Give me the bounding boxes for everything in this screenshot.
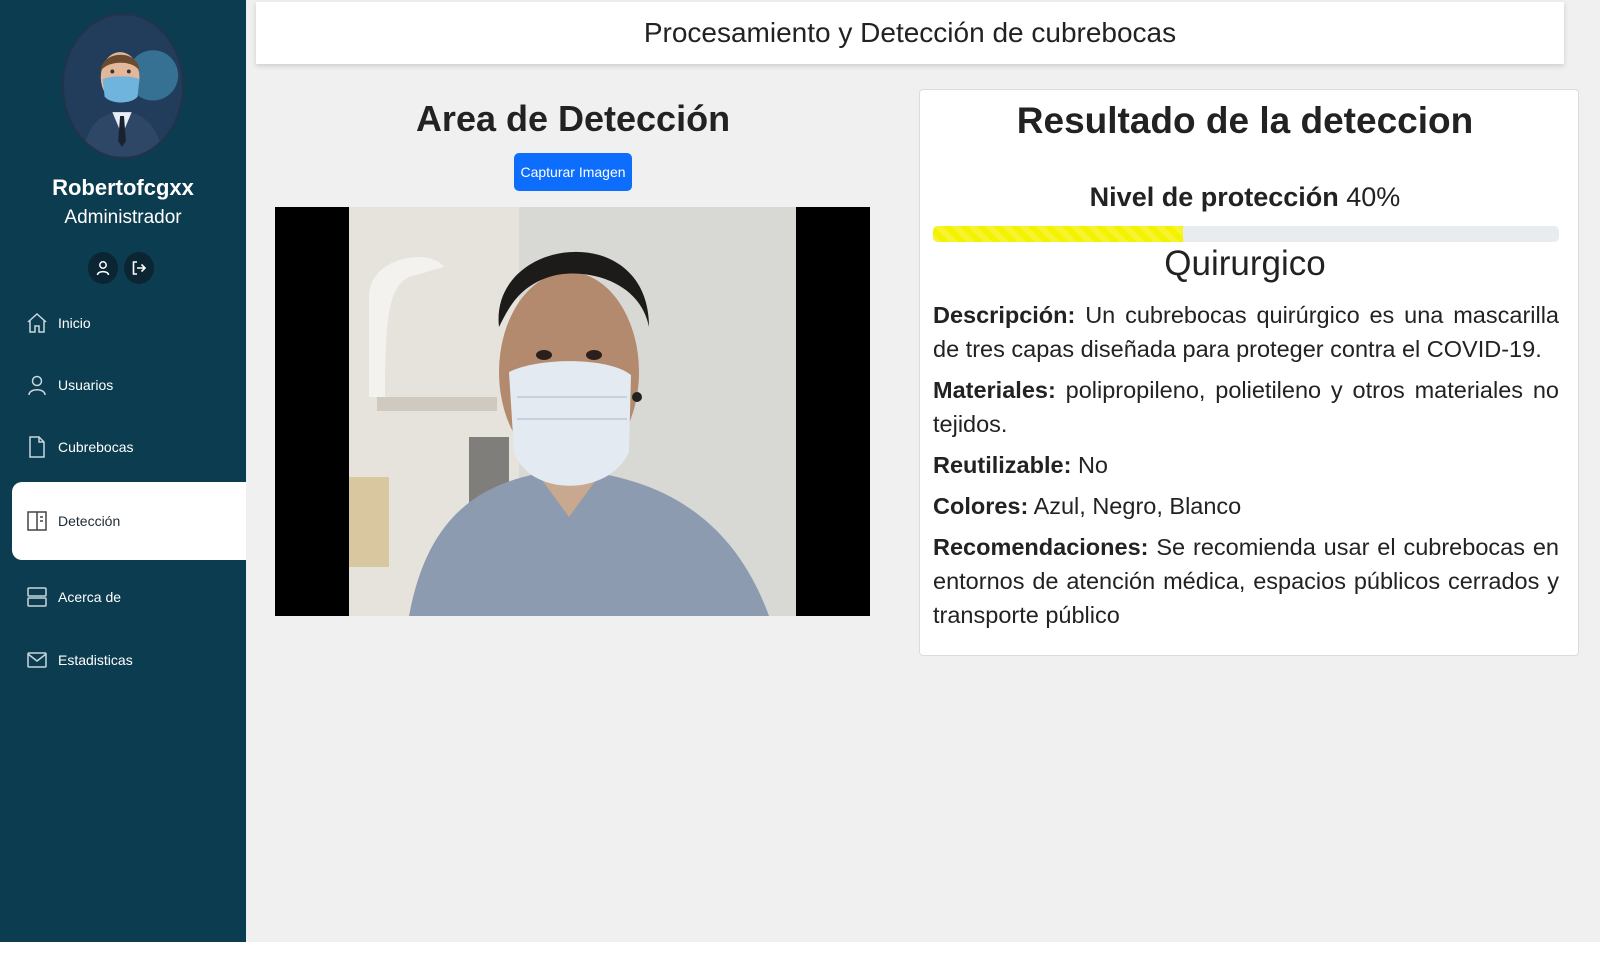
sidebar-item-label: Detección bbox=[58, 513, 121, 529]
camera-feed bbox=[275, 207, 870, 616]
avatar bbox=[62, 13, 184, 159]
avatar-image bbox=[64, 15, 182, 157]
home-icon bbox=[27, 312, 47, 333]
document-icon bbox=[29, 436, 45, 458]
recommendations-row: Recomendaciones: Se recomienda usar el c… bbox=[933, 530, 1559, 632]
result-card: Resultado de la deteccion Nivel de prote… bbox=[919, 89, 1579, 656]
protection-level-label: Nivel de protección bbox=[1089, 182, 1339, 212]
capture-image-button[interactable]: Capturar Imagen bbox=[514, 153, 632, 191]
sidebar-item-label: Acerca de bbox=[58, 589, 122, 605]
user-icon bbox=[96, 261, 110, 276]
camera-frame-image bbox=[349, 207, 796, 616]
colors-text: Azul, Negro, Blanco bbox=[1033, 493, 1242, 519]
sidebar-item-label: Cubrebocas bbox=[58, 439, 134, 455]
materials-row: Materiales: polipropileno, polietileno y… bbox=[933, 373, 1559, 441]
sidebar-item-label: Inicio bbox=[58, 315, 91, 331]
sidebar: Robertofcgxx Administrador Inicio Usuari… bbox=[0, 0, 246, 942]
bottom-strip bbox=[0, 942, 1600, 962]
logout-icon bbox=[132, 261, 147, 275]
main-content: Procesamiento y Detección de cubrebocas … bbox=[246, 0, 1600, 942]
sidebar-item-inicio[interactable]: Inicio bbox=[12, 297, 246, 349]
page-header: Procesamiento y Detección de cubrebocas bbox=[256, 2, 1564, 64]
page-title: Procesamiento y Detección de cubrebocas bbox=[643, 17, 1177, 48]
sidebar-item-label: Usuarios bbox=[58, 377, 114, 393]
sidebar-item-label: Estadisticas bbox=[58, 652, 133, 668]
detection-title: Area de Detección bbox=[415, 98, 731, 139]
recommendations-label: Recomendaciones: bbox=[933, 534, 1149, 560]
sidebar-item-cubrebocas[interactable]: Cubrebocas bbox=[12, 421, 246, 473]
materials-label: Materiales: bbox=[933, 377, 1056, 403]
mail-icon bbox=[27, 652, 47, 668]
user-role: Administrador bbox=[64, 207, 182, 228]
sidebar-item-estadisticas[interactable]: Estadisticas bbox=[12, 634, 246, 686]
protection-progress-fill bbox=[933, 226, 1184, 242]
description-row: Descripción: Un cubrebocas quirúrgico es… bbox=[933, 298, 1559, 366]
panel-icon bbox=[27, 511, 47, 531]
reusable-label: Reutilizable: bbox=[933, 452, 1072, 478]
protection-progress-bar bbox=[933, 226, 1559, 242]
sidebar-item-usuarios[interactable]: Usuarios bbox=[12, 359, 246, 411]
protection-level-value: 40% bbox=[1346, 182, 1401, 212]
mask-type: Quirurgico bbox=[1164, 244, 1326, 283]
description-label: Descripción: bbox=[933, 302, 1076, 328]
reusable-row: Reutilizable: No bbox=[933, 448, 1559, 482]
username: Robertofcgxx bbox=[52, 175, 194, 200]
sidebar-item-deteccion[interactable]: Detección bbox=[12, 482, 246, 560]
profile-button[interactable] bbox=[88, 252, 118, 284]
colors-label: Colores: bbox=[933, 493, 1029, 519]
colors-row: Colores: Azul, Negro, Blanco bbox=[933, 489, 1559, 523]
result-title: Resultado de la deteccion bbox=[1016, 100, 1474, 141]
user-icon bbox=[28, 375, 46, 396]
mask-info: Descripción: Un cubrebocas quirúrgico es… bbox=[933, 298, 1559, 639]
server-icon bbox=[27, 587, 47, 607]
sidebar-item-acerca-de[interactable]: Acerca de bbox=[12, 571, 246, 623]
protection-level: Nivel de protección 40% bbox=[920, 182, 1570, 213]
logout-button[interactable] bbox=[124, 252, 154, 284]
reusable-text: No bbox=[1077, 452, 1108, 478]
